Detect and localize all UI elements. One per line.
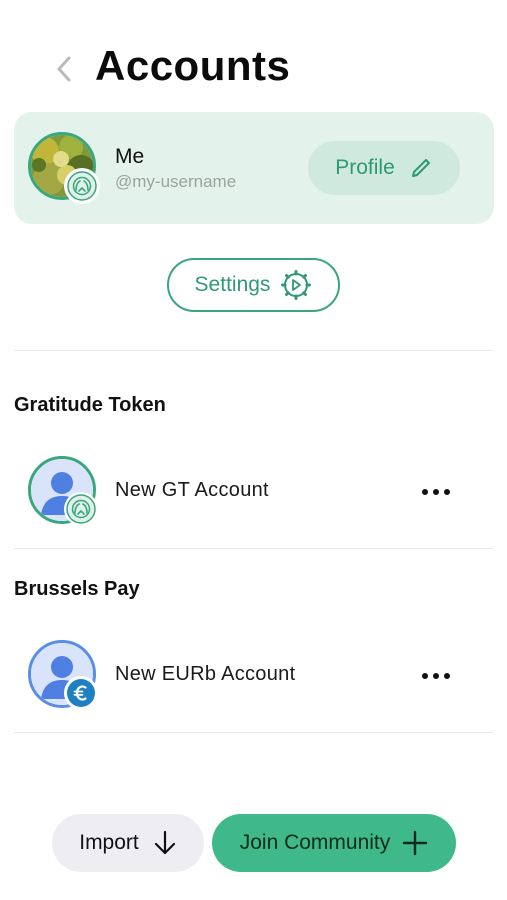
- join-community-button-label: Join Community: [239, 831, 391, 854]
- ellipsis-icon: [422, 673, 450, 679]
- import-button-label: Import: [79, 831, 139, 854]
- settings-button-label: Settings: [194, 273, 271, 296]
- account-row[interactable]: New EURb Account: [14, 630, 494, 720]
- community-badge: [64, 168, 100, 204]
- join-community-button[interactable]: Join Community: [212, 814, 456, 872]
- ellipsis-icon: [422, 489, 450, 495]
- arrow-down-icon: [154, 830, 175, 855]
- header: Accounts: [0, 40, 507, 100]
- pencil-icon: [411, 159, 430, 177]
- settings-button[interactable]: Settings: [167, 258, 340, 312]
- euro-icon: [67, 679, 95, 707]
- me-card[interactable]: Me @my-username Profile: [14, 112, 494, 224]
- divider: [14, 732, 494, 733]
- account-row[interactable]: New GT Account: [14, 446, 494, 536]
- account-username: @my-username: [115, 172, 237, 191]
- community-title: Gratitude Token: [14, 394, 166, 416]
- account-name: New GT Account: [115, 479, 269, 501]
- back-button[interactable]: [50, 52, 78, 86]
- more-options-button[interactable]: [416, 656, 456, 696]
- gear-icon: [281, 270, 312, 300]
- account-name: Me: [115, 145, 145, 168]
- bottom-action-bar: Import Join Community: [0, 812, 507, 874]
- more-options-button[interactable]: [416, 472, 456, 512]
- community-title: Brussels Pay: [14, 578, 140, 600]
- profile-button-label: Profile: [335, 156, 395, 179]
- gratitude-hands-icon: [67, 171, 97, 201]
- divider: [14, 350, 494, 351]
- page-title: Accounts: [95, 42, 291, 89]
- account-name: New EURb Account: [115, 663, 296, 685]
- chevron-left-icon: [57, 56, 71, 82]
- community-badge: [64, 492, 98, 526]
- gratitude-hands-icon: [66, 494, 96, 524]
- community-badge: [64, 676, 98, 710]
- plus-icon: [403, 830, 428, 856]
- divider: [14, 548, 494, 549]
- import-button[interactable]: Import: [52, 814, 204, 872]
- profile-button[interactable]: Profile: [308, 141, 460, 195]
